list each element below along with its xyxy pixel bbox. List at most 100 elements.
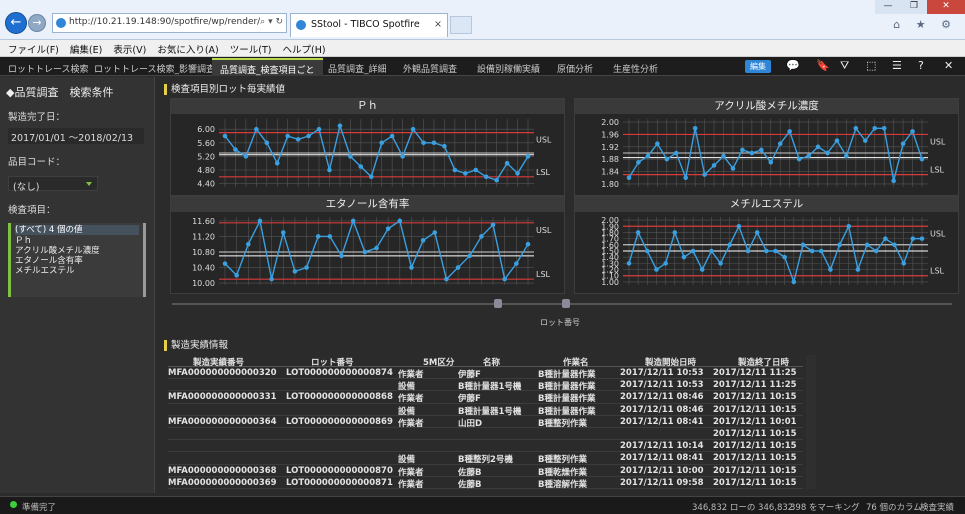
table-row[interactable]: 2017/12/11 10:15 — [168, 428, 803, 441]
table-cell: 2017/12/11 10:14 — [620, 441, 704, 452]
y-tick-label: 11.20 — [192, 232, 215, 241]
table-cell: B種計量器1号機 — [458, 406, 522, 417]
slider-handle-left[interactable] — [494, 299, 502, 308]
table-row[interactable]: MFA000000000000369 LOT000000000000871 作業者 佐… — [168, 477, 803, 490]
address-bar[interactable]: http://10.21.19.148:90/spotfire/wp/rende… — [52, 13, 287, 33]
chart-methyl-ester[interactable]: 2.00 1.90 1.80 1.70 1.60 1.50 1.40 1.30 1.20 1.10… — [574, 196, 959, 294]
data-point — [901, 261, 906, 266]
table-cell: 山田D — [458, 418, 483, 429]
browser-tab[interactable]: SStool - TIBCO Spotfire × — [290, 13, 448, 37]
table-cell: 2017/12/11 09:58 — [620, 477, 704, 488]
list-item[interactable]: エタノール含有率 — [15, 256, 139, 266]
data-point — [442, 143, 447, 149]
browser-toolbar-icons[interactable]: ⌂ ★ ⚙ — [893, 18, 957, 31]
close-icon[interactable]: ✕ — [944, 59, 953, 72]
tab-appearance-quality[interactable]: 外観品質調査 — [403, 59, 457, 76]
table-cell: B種計量器作業 — [538, 394, 596, 405]
back-button[interactable]: ← — [5, 12, 27, 34]
menu-icon[interactable]: ☰ — [892, 59, 902, 72]
tab-quality-detail[interactable]: 品質調査_詳細 — [328, 59, 387, 76]
table-row[interactable]: 設備 B種計量器1号機 B種計量器作業 2017/12/11 10:53 2017/12… — [168, 379, 803, 392]
menu-favorites[interactable]: お気に入り(A) — [149, 40, 218, 56]
tab-equipment-operation[interactable]: 設備別稼働実績 — [477, 59, 540, 76]
help-icon[interactable]: ? — [918, 59, 924, 72]
data-point — [635, 230, 641, 235]
table-header: 製造実績番号 ロット番号 5M区分 名称 作業名 製造開始日時 製造終了日時 — [168, 355, 803, 368]
menu-help[interactable]: ヘルプ(H) — [275, 40, 326, 56]
data-point — [479, 234, 484, 239]
usl-label: USL — [536, 136, 552, 145]
data-point — [463, 171, 468, 176]
data-point — [800, 242, 806, 248]
table-scrollbar[interactable] — [806, 355, 816, 489]
filter-icon[interactable]: ⛛ — [840, 59, 849, 73]
window-close-button[interactable]: ✕ — [927, 0, 965, 14]
data-point — [777, 141, 783, 147]
list-item[interactable]: メチルエステル — [15, 266, 139, 276]
tab-lot-trace[interactable]: ロットトレース検索 — [8, 59, 89, 76]
table-row[interactable]: 2017/12/11 10:14 2017/12/11 10:15 — [168, 440, 803, 453]
data-point — [806, 153, 811, 159]
data-point — [304, 265, 309, 270]
chevron-down-icon — [86, 182, 92, 186]
table-cell: MFA000000000000369 — [168, 477, 277, 488]
tab-close-icon[interactable]: × — [434, 19, 442, 30]
item-code-dropdown[interactable]: (なし) — [8, 176, 98, 193]
tab-cost-analysis[interactable]: 原価分析 — [557, 59, 593, 76]
date-range[interactable]: 2017/01/01 ～2018/02/13 — [8, 128, 144, 144]
table-row[interactable]: MFA000000000000331 LOT000000000000868 作業者 伊… — [168, 391, 803, 405]
chart-acrylic[interactable]: 2.00 1.96 1.92 1.88 1.84 1.80 USL LSL アクリル酸メチル濃… — [574, 98, 959, 196]
chart-ph[interactable]: 6.00 5.60 5.20 4.80 4.40 USL LSL Ｐｈ — [170, 98, 565, 196]
menu-file[interactable]: ファイル(F) — [0, 40, 59, 56]
table-cell: B種乾燥作業 — [538, 467, 587, 478]
tab-lot-trace-impact[interactable]: ロットトレース検索_影響調査 — [94, 59, 215, 76]
address-controls[interactable]: ⌕ ▾ ↻ — [260, 17, 283, 27]
menu-edit[interactable]: 編集(E) — [62, 40, 102, 56]
tab-quality-by-item[interactable]: 品質調査_検査項目ごと — [212, 58, 323, 76]
status-row-count: 346,832 ローの 346,832 — [692, 503, 794, 513]
data-point — [350, 218, 356, 224]
address-text: http://10.21.19.148:90/spotfire/wp/rende… — [69, 17, 266, 27]
data-point — [348, 154, 353, 159]
status-marking: 398 をマーキング — [790, 503, 860, 513]
data-point — [315, 234, 321, 239]
inspection-items-list[interactable]: (すべて) 4 個の値 Ｐｈ アクリル酸メチル濃度 エタノール含有率 メチルエス… — [8, 223, 146, 297]
table-cell: 設備 — [398, 455, 416, 466]
data-point — [327, 167, 332, 173]
table-row[interactable]: MFA000000000000368 LOT000000000000870 作業者 佐… — [168, 465, 803, 478]
table-row[interactable]: MFA000000000000320 LOT000000000000874 作業者 伊… — [168, 367, 803, 380]
tab-productivity[interactable]: 生産性分析 — [613, 59, 658, 76]
item-code-value: (なし) — [13, 182, 40, 193]
select-icon[interactable]: ⬚ — [866, 59, 876, 72]
y-tick-label: 1.00 — [601, 278, 619, 287]
data-point — [727, 242, 733, 248]
data-point — [754, 230, 760, 235]
data-point — [514, 261, 519, 266]
lsl-label: LSL — [536, 270, 551, 279]
menu-tools[interactable]: ツール(T) — [222, 40, 272, 56]
comment-icon[interactable]: 💬 — [786, 59, 800, 72]
list-item[interactable]: アクリル酸メチル濃度 — [15, 246, 139, 256]
list-item-all[interactable]: (すべて) 4 個の値 — [15, 225, 139, 235]
maximize-button[interactable]: ❐ — [901, 0, 927, 14]
menu-view[interactable]: 表示(V) — [105, 40, 146, 56]
data-point — [721, 153, 726, 159]
edit-button[interactable]: 編集 — [745, 60, 771, 73]
data-point — [891, 178, 896, 184]
forward-button[interactable]: → — [28, 14, 46, 32]
bookmark-icon[interactable]: 🔖 — [816, 59, 830, 72]
table-row[interactable]: 設備 B種整列2号機 B種整列作業 2017/12/11 08:41 2017/12/1… — [168, 452, 803, 466]
list-item[interactable]: Ｐｈ — [15, 236, 139, 246]
lsl-label: LSL — [930, 166, 945, 175]
table-row[interactable]: 設備 B種計量器1号機 B種計量器作業 2017/12/11 08:46 2017/12… — [168, 404, 803, 417]
minimize-button[interactable]: — — [875, 0, 901, 14]
data-point — [222, 133, 228, 139]
slider-handle-right[interactable] — [562, 299, 570, 308]
chart-ethanol[interactable]: 11.60 11.20 10.80 10.40 10.00 USL LSL エタノール含有率 — [170, 196, 565, 294]
table-row[interactable]: MFA000000000000364 LOT000000000000869 作業者 山… — [168, 416, 803, 429]
data-point — [900, 141, 906, 147]
data-point — [494, 177, 499, 183]
new-tab-button[interactable] — [450, 16, 472, 34]
production-table: 製造実績番号 ロット番号 5M区分 名称 作業名 製造開始日時 製造終了日時 MFA00000… — [168, 355, 803, 490]
table-cell: 作業者 — [398, 394, 424, 405]
